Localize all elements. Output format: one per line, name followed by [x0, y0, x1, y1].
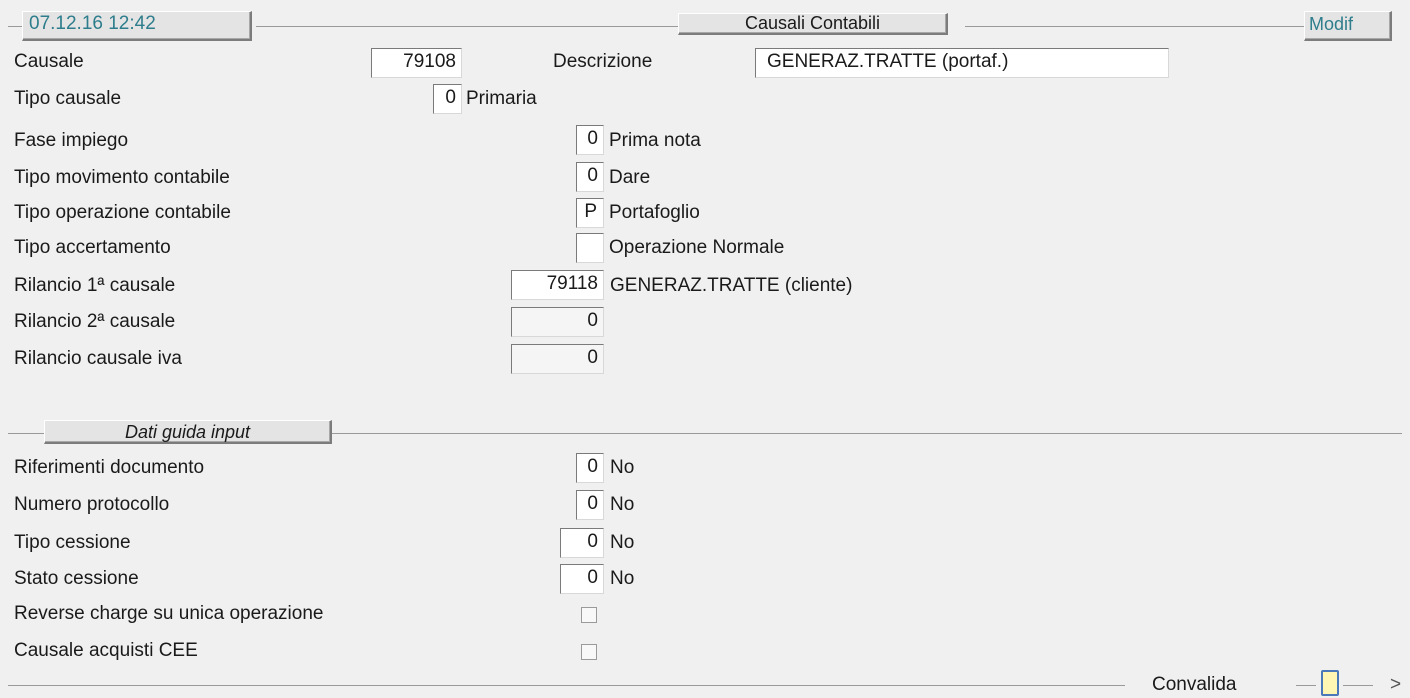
header-line-mid1 [256, 26, 678, 27]
stato-cessione-label: Stato cessione [14, 568, 139, 589]
tipo-operazione-desc: Portafoglio [609, 202, 700, 223]
datetime-display: 07.12.16 12:42 [22, 11, 252, 41]
fase-impiego-field[interactable]: 0 [576, 125, 604, 155]
tipo-operazione-field[interactable]: P [576, 198, 604, 228]
rilancio1-label: Rilancio 1ª causale [14, 275, 176, 296]
protocollo-desc: No [610, 494, 635, 515]
acquisti-cee-checkbox[interactable] [581, 644, 597, 660]
protocollo-field[interactable]: 0 [576, 490, 604, 520]
header-line-mid2 [965, 26, 1305, 27]
reverse-charge-checkbox[interactable] [581, 607, 597, 623]
stato-cessione-field[interactable]: 0 [560, 564, 604, 594]
riferimenti-desc: No [610, 457, 635, 478]
footer-line-right1 [1296, 685, 1316, 686]
tipo-movimento-desc: Dare [609, 167, 651, 188]
reverse-charge-label: Reverse charge su unica operazione [14, 603, 324, 624]
footer-line-right2 [1343, 685, 1373, 686]
tipo-operazione-label: Tipo operazione contabile [14, 202, 231, 223]
causale-field[interactable]: 79108 [371, 48, 462, 78]
rilancio-iva-label: Rilancio causale iva [14, 348, 182, 369]
fase-impiego-desc: Prima nota [609, 130, 701, 151]
tipo-accertamento-desc: Operazione Normale [609, 237, 785, 258]
tipo-cessione-label: Tipo cessione [14, 532, 131, 553]
protocollo-label: Numero protocollo [14, 494, 170, 515]
stato-cessione-desc: No [610, 568, 635, 589]
page-title: Causali Contabili [678, 13, 948, 35]
rilancio-iva-field[interactable]: 0 [511, 344, 604, 374]
mode-indicator: Modif [1304, 11, 1392, 41]
tipo-cessione-desc: No [610, 532, 635, 553]
tipo-movimento-field[interactable]: 0 [576, 162, 604, 192]
tipo-causale-desc: Primaria [466, 88, 537, 109]
tipo-causale-field[interactable]: 0 [433, 84, 462, 114]
rilancio1-field[interactable]: 79118 [511, 270, 604, 300]
section-line-right [332, 433, 1402, 434]
section-title-dati-guida: Dati guida input [44, 420, 332, 444]
riferimenti-field[interactable]: 0 [576, 453, 604, 483]
tipo-accertamento-field[interactable] [576, 233, 604, 263]
fase-impiego-label: Fase impiego [14, 130, 129, 151]
footer-line [8, 685, 1125, 686]
tipo-movimento-label: Tipo movimento contabile [14, 167, 230, 188]
next-arrow-icon[interactable]: > [1390, 672, 1401, 698]
causale-label: Causale [14, 51, 84, 72]
tipo-causale-label: Tipo causale [14, 88, 122, 109]
rilancio2-label: Rilancio 2ª causale [14, 311, 176, 332]
convalida-label: Convalida [1152, 674, 1237, 695]
acquisti-cee-label: Causale acquisti CEE [14, 640, 198, 661]
rilancio1-desc: GENERAZ.TRATTE (cliente) [610, 275, 853, 296]
tipo-cessione-field[interactable]: 0 [560, 528, 604, 558]
convalida-button[interactable] [1321, 670, 1339, 696]
descrizione-field[interactable]: GENERAZ.TRATTE (portaf.) [755, 48, 1169, 78]
rilancio2-field[interactable]: 0 [511, 307, 604, 337]
descrizione-label: Descrizione [553, 51, 653, 72]
riferimenti-label: Riferimenti documento [14, 457, 205, 478]
section-line-left [8, 433, 44, 434]
tipo-accertamento-label: Tipo accertamento [14, 237, 171, 258]
